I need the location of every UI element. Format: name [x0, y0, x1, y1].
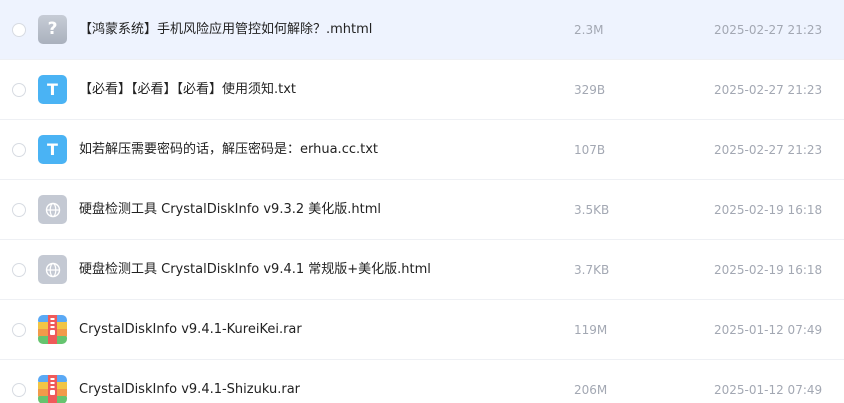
file-size: 107B [574, 143, 606, 157]
file-name[interactable]: 硬盘检测工具 CrystalDiskInfo v9.4.1 常规版+美化版.ht… [79, 240, 431, 300]
rar-file-icon [38, 375, 67, 403]
file-date: 2025-01-12 07:49 [714, 323, 823, 337]
file-name[interactable]: CrystalDiskInfo v9.4.1-KureiKei.rar [79, 300, 302, 360]
file-name[interactable]: 如若解压需要密码的话，解压密码是：erhua.cc.txt [79, 120, 378, 180]
unknown-file-icon: ? [38, 15, 67, 44]
row-checkbox[interactable] [12, 83, 26, 97]
file-row[interactable]: ? 【鸿蒙系统】手机风险应用管控如何解除？.mhtml 2.3M 2025-02… [0, 0, 844, 60]
file-name[interactable]: 【鸿蒙系统】手机风险应用管控如何解除？.mhtml [79, 0, 372, 60]
row-checkbox[interactable] [12, 143, 26, 157]
file-date: 2025-02-27 21:23 [714, 83, 823, 97]
file-row[interactable]: T 如若解压需要密码的话，解压密码是：erhua.cc.txt 107B 202… [0, 120, 844, 180]
file-row[interactable]: T 【必看】【必看】【必看】使用须知.txt 329B 2025-02-27 2… [0, 60, 844, 120]
row-checkbox[interactable] [12, 263, 26, 277]
file-date: 2025-02-19 16:18 [714, 203, 823, 217]
globe-icon [45, 202, 60, 217]
file-size: 119M [574, 323, 608, 337]
row-checkbox[interactable] [12, 203, 26, 217]
file-date: 2025-02-19 16:18 [714, 263, 823, 277]
html-file-icon [38, 195, 67, 224]
file-row[interactable]: CrystalDiskInfo v9.4.1-Shizuku.rar 206M … [0, 360, 844, 403]
file-row[interactable]: CrystalDiskInfo v9.4.1-KureiKei.rar 119M… [0, 300, 844, 360]
file-date: 2025-02-27 21:23 [714, 143, 823, 157]
file-row[interactable]: 硬盘检测工具 CrystalDiskInfo v9.4.1 常规版+美化版.ht… [0, 240, 844, 300]
file-name[interactable]: 【必看】【必看】【必看】使用须知.txt [79, 60, 296, 120]
file-name[interactable]: 硬盘检测工具 CrystalDiskInfo v9.3.2 美化版.html [79, 180, 381, 240]
txt-file-icon: T [38, 135, 67, 164]
rar-file-icon [38, 315, 67, 344]
file-date: 2025-02-27 21:23 [714, 23, 823, 37]
file-size: 329B [574, 83, 606, 97]
file-size: 3.7KB [574, 263, 610, 277]
file-name[interactable]: CrystalDiskInfo v9.4.1-Shizuku.rar [79, 360, 300, 403]
row-checkbox[interactable] [12, 23, 26, 37]
file-size: 3.5KB [574, 203, 610, 217]
html-file-icon [38, 255, 67, 284]
file-size: 2.3M [574, 23, 604, 37]
row-checkbox[interactable] [12, 323, 26, 337]
file-row[interactable]: 硬盘检测工具 CrystalDiskInfo v9.3.2 美化版.html 3… [0, 180, 844, 240]
row-checkbox[interactable] [12, 383, 26, 397]
file-list: ? 【鸿蒙系统】手机风险应用管控如何解除？.mhtml 2.3M 2025-02… [0, 0, 844, 403]
txt-file-icon: T [38, 75, 67, 104]
globe-icon [45, 262, 60, 277]
file-size: 206M [574, 383, 608, 397]
file-date: 2025-01-12 07:49 [714, 383, 823, 397]
